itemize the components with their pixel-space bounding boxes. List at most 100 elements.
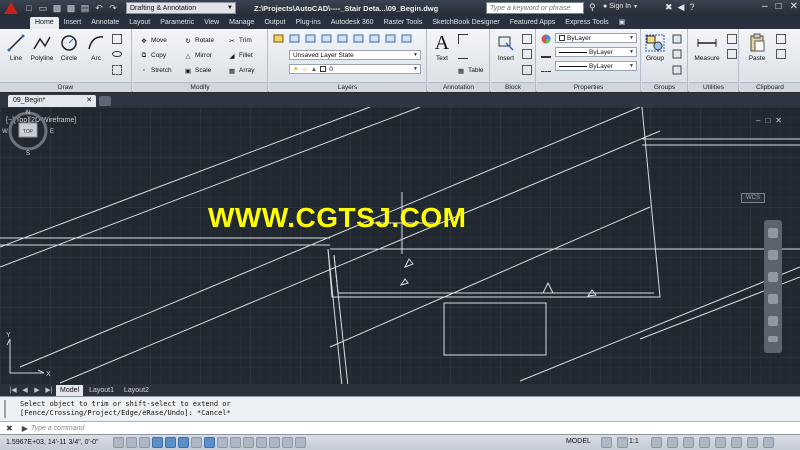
command-window-grip[interactable] — [4, 400, 14, 418]
navbar-settings-icon[interactable] — [768, 336, 778, 342]
orbit-icon[interactable] — [768, 294, 778, 304]
transparency-icon[interactable] — [256, 437, 267, 448]
annotation-panel-title[interactable]: Annotation — [428, 82, 489, 92]
tab-featured-apps[interactable]: Featured Apps — [505, 17, 561, 29]
auto-scale-icon[interactable] — [667, 437, 678, 448]
edit-attributes-icon[interactable] — [522, 65, 532, 75]
tab-raster-tools[interactable]: Raster Tools — [379, 17, 428, 29]
lineweight-dropdown[interactable]: ByLayer ▼ — [555, 47, 637, 57]
create-block-icon[interactable] — [522, 34, 532, 44]
cut-icon[interactable] — [776, 34, 786, 44]
next-layout-icon[interactable]: ▶ — [32, 386, 42, 394]
groups-panel-title[interactable]: Groups — [642, 82, 687, 92]
stretch-button[interactable]: ▫ Stretch — [139, 65, 172, 76]
redo-icon[interactable]: ↷ — [107, 2, 119, 14]
lineweight-icon[interactable] — [541, 48, 551, 58]
print-icon[interactable]: ▤ — [79, 2, 91, 14]
grid-display-icon[interactable] — [139, 437, 150, 448]
table-button[interactable]: ▦ Table — [456, 65, 484, 76]
save-icon[interactable]: ▩ — [51, 2, 63, 14]
prev-layout-icon[interactable]: ◀ — [20, 386, 30, 394]
viewport-minimize-icon[interactable]: – — [756, 116, 760, 125]
close-icon[interactable]: ✕ — [790, 1, 798, 12]
last-layout-icon[interactable]: ▶| — [44, 386, 54, 394]
copy-clip-icon[interactable] — [776, 49, 786, 59]
application-status-icon[interactable] — [747, 437, 758, 448]
group-edit-icon[interactable] — [672, 49, 682, 59]
lock-ui-icon[interactable] — [699, 437, 710, 448]
edit-block-icon[interactable] — [522, 49, 532, 59]
annotation-monitor-icon[interactable] — [295, 437, 306, 448]
tab-express-tools[interactable]: Express Tools — [560, 17, 613, 29]
clipboard-panel-title[interactable]: Clipboard — [740, 82, 800, 92]
measure-button[interactable]: Measure — [691, 32, 723, 62]
tab-layout1[interactable]: Layout1 — [85, 385, 118, 396]
workspace-dropdown[interactable]: Drafting & Annotation ▼ — [126, 2, 236, 14]
tab-parametric[interactable]: Parametric — [155, 17, 199, 29]
dynamic-input-icon[interactable] — [230, 437, 241, 448]
group-button[interactable]: Group — [642, 32, 668, 62]
current-layer-dropdown[interactable]: ☀ ☼ ▲ 0 ▼ — [289, 64, 421, 74]
paste-button[interactable]: Paste — [744, 32, 770, 62]
pan-icon[interactable] — [768, 250, 778, 260]
layer-walk-icon[interactable] — [385, 33, 396, 43]
fillet-button[interactable]: ◢ Fillet — [227, 50, 253, 61]
stay-connected-icon[interactable]: ◀ — [678, 2, 685, 13]
object-snap-tracking-icon[interactable] — [204, 437, 215, 448]
array-button[interactable]: ▦ Array — [227, 65, 255, 76]
quick-view-drawings-icon[interactable] — [617, 437, 628, 448]
tab-autodesk-360[interactable]: Autodesk 360 — [326, 17, 379, 29]
search-icon[interactable]: ⚲ — [589, 2, 596, 13]
arc-button[interactable]: Arc — [83, 32, 109, 62]
command-input[interactable]: Type a command — [31, 425, 85, 432]
dynamic-ucs-icon[interactable] — [217, 437, 228, 448]
ortho-mode-icon[interactable] — [152, 437, 163, 448]
block-panel-title[interactable]: Block — [491, 82, 535, 92]
polyline-button[interactable]: Polyline — [29, 32, 55, 62]
steering-wheel-icon[interactable] — [768, 228, 778, 238]
minimize-icon[interactable]: – — [762, 1, 768, 12]
dimension-icon[interactable] — [458, 34, 468, 44]
exchange-icon[interactable]: ✖ — [665, 2, 673, 13]
hardware-acceleration-icon[interactable] — [715, 437, 726, 448]
new-icon[interactable]: □ — [23, 2, 35, 14]
circle-button[interactable]: Circle — [56, 32, 82, 62]
document-tab[interactable]: 09_Begin* ✕ — [8, 95, 96, 107]
layer-properties-icon[interactable] — [273, 33, 284, 43]
drawing-canvas[interactable]: Y X — [0, 107, 800, 396]
layer-lock-icon[interactable] — [337, 33, 348, 43]
tab-model[interactable]: Model — [56, 384, 84, 396]
calculator-icon[interactable] — [727, 49, 737, 59]
layer-state-dropdown[interactable]: Unsaved Layer State ▼ — [289, 50, 421, 60]
new-tab-button[interactable] — [99, 96, 111, 106]
modify-panel-title[interactable]: Modify — [133, 82, 267, 92]
ungroup-icon[interactable] — [672, 34, 682, 44]
hatch-icon[interactable] — [112, 65, 122, 75]
line-button[interactable]: Line — [3, 32, 29, 62]
application-menu-icon[interactable] — [0, 0, 22, 16]
draw-panel-title[interactable]: Draw — [0, 82, 131, 92]
layer-freeze-icon[interactable] — [321, 33, 332, 43]
snap-mode-icon[interactable] — [126, 437, 137, 448]
group-selection-icon[interactable] — [672, 65, 682, 75]
annotation-visibility-icon[interactable] — [651, 437, 662, 448]
quick-view-layouts-icon[interactable] — [601, 437, 612, 448]
model-space-toggle[interactable]: MODEL — [566, 438, 591, 445]
color-wheel-icon[interactable] — [541, 34, 551, 44]
tab-plug-ins[interactable]: Plug-ins — [290, 17, 325, 29]
tab-insert[interactable]: Insert — [59, 17, 87, 29]
scale-button[interactable]: ▣ Scale — [183, 65, 211, 76]
layer-merge-icon[interactable] — [401, 33, 412, 43]
lineweight-toggle-icon[interactable] — [243, 437, 254, 448]
wcs-menu[interactable]: WCS — [741, 193, 765, 203]
showmotion-icon[interactable] — [768, 316, 778, 326]
3d-object-snap-icon[interactable] — [191, 437, 202, 448]
quick-select-icon[interactable] — [727, 34, 737, 44]
layer-off-icon[interactable] — [289, 33, 300, 43]
zoom-icon[interactable] — [768, 272, 778, 282]
ribbon-minimize-icon[interactable]: ▣ — [614, 17, 631, 29]
tab-layout[interactable]: Layout — [124, 17, 155, 29]
layer-isolate-icon[interactable] — [305, 33, 316, 43]
tab-sketchbook-designer[interactable]: SketchBook Designer — [427, 17, 504, 29]
undo-icon[interactable]: ↶ — [93, 2, 105, 14]
